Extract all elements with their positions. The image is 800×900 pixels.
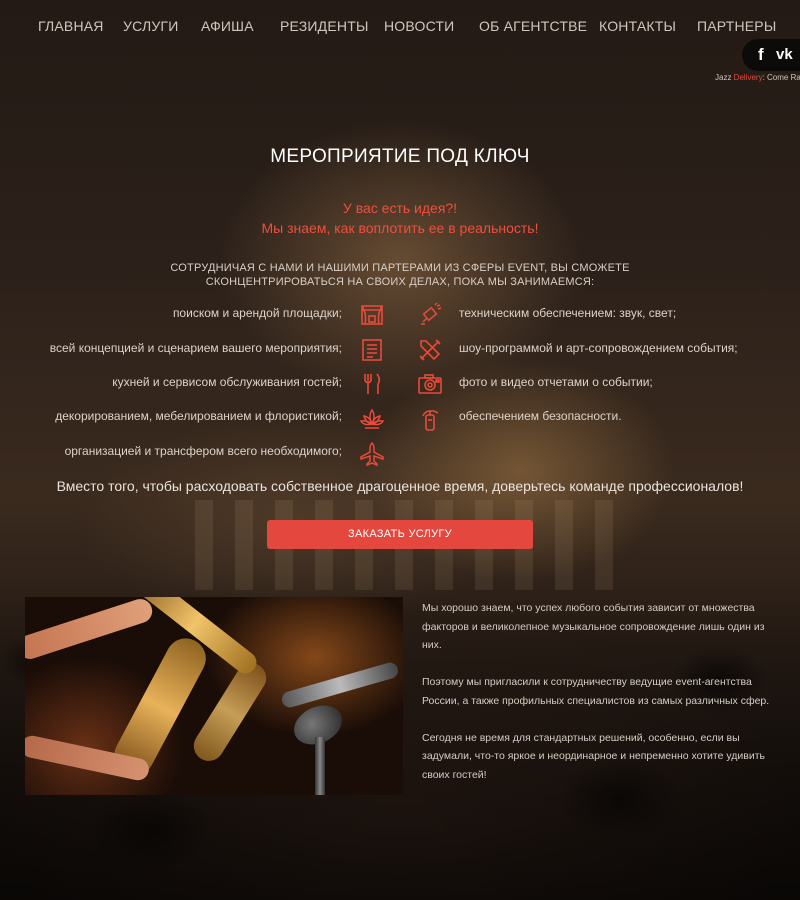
camera-icon	[417, 371, 443, 397]
service-right-2: шоу-программой и арт-сопровождением собы…	[459, 341, 738, 355]
ticker-text: Jazz	[715, 73, 734, 82]
fire-extinguisher-icon	[417, 406, 443, 432]
vk-icon[interactable]: vk	[776, 46, 793, 63]
nav-item-partners[interactable]: ПАРТНЕРЫ	[697, 18, 776, 34]
cutlery-icon	[359, 371, 385, 397]
service-right-3: фото и видео отчетами о событии;	[459, 375, 653, 389]
stage-icon	[359, 302, 385, 328]
nav-item-residents[interactable]: РЕЗИДЕНТЫ	[280, 18, 369, 34]
about-paragraph-3: Сегодня не время для стандартных решений…	[422, 731, 765, 781]
script-icon	[359, 337, 385, 363]
nav-item-afisha[interactable]: АФИША	[201, 18, 254, 34]
about-paragraph-2: Поэтому мы пригласили к сотрудничеству в…	[422, 676, 770, 707]
nav-item-contacts[interactable]: КОНТАКТЫ	[599, 18, 676, 34]
facebook-icon[interactable]: f	[758, 45, 764, 65]
nav-item-news[interactable]: НОВОСТИ	[384, 18, 454, 34]
service-right-1: техническим обеспечением: звук, свет;	[459, 306, 677, 320]
service-right-4: обеспечением безопасности.	[459, 409, 622, 423]
closing-statement: Вместо того, чтобы расходовать собственн…	[56, 478, 744, 494]
intro-text: СОТРУДНИЧАЯ С НАМИ И НАШИМИ ПАРТЕРАМИ ИЗ…	[170, 262, 630, 288]
spotlight-icon	[417, 302, 443, 328]
saxophone-photo	[25, 597, 403, 795]
service-left-5: организацией и трансфером всего необходи…	[64, 444, 342, 458]
nav-item-about[interactable]: ОБ АГЕНТСТВЕ	[479, 18, 587, 34]
news-ticker[interactable]: Jazz Delivery: Come Rai	[715, 73, 800, 82]
ticker-highlight: Delivery	[733, 73, 763, 82]
nav-item-home[interactable]: ГЛАВНАЯ	[38, 18, 104, 34]
tagline-question: У вас есть идея?!	[342, 200, 458, 216]
nav-item-services[interactable]: УСЛУГИ	[123, 18, 178, 34]
service-left-4: декорированием, мебелированием и флорист…	[55, 409, 342, 423]
airplane-icon	[359, 441, 385, 467]
page-title: МЕРОПРИЯТИЕ ПОД КЛЮЧ	[270, 146, 530, 167]
service-left-1: поиском и арендой площадки;	[172, 306, 342, 320]
about-paragraph-1: Мы хорошо знаем, что успех любого событи…	[422, 602, 765, 651]
service-left-2: всей концепцией и сценарием вашего мероп…	[49, 341, 342, 355]
ticker-text-tail: : Come Rai	[762, 73, 800, 82]
tagline-answer: Мы знаем, как воплотить ее в реальность!	[261, 220, 539, 236]
lotus-icon	[359, 406, 385, 432]
social-links: f vk	[742, 39, 800, 71]
order-service-button[interactable]: ЗАКАЗАТЬ УСЛУГУ	[267, 520, 533, 549]
top-nav: ГЛАВНАЯ УСЛУГИ АФИША РЕЗИДЕНТЫ НОВОСТИ О…	[0, 0, 800, 52]
about-text: Мы хорошо знаем, что успех любого событи…	[422, 599, 787, 803]
service-left-3: кухней и сервисом обслуживания гостей;	[112, 375, 342, 389]
art-tools-icon	[417, 337, 443, 363]
